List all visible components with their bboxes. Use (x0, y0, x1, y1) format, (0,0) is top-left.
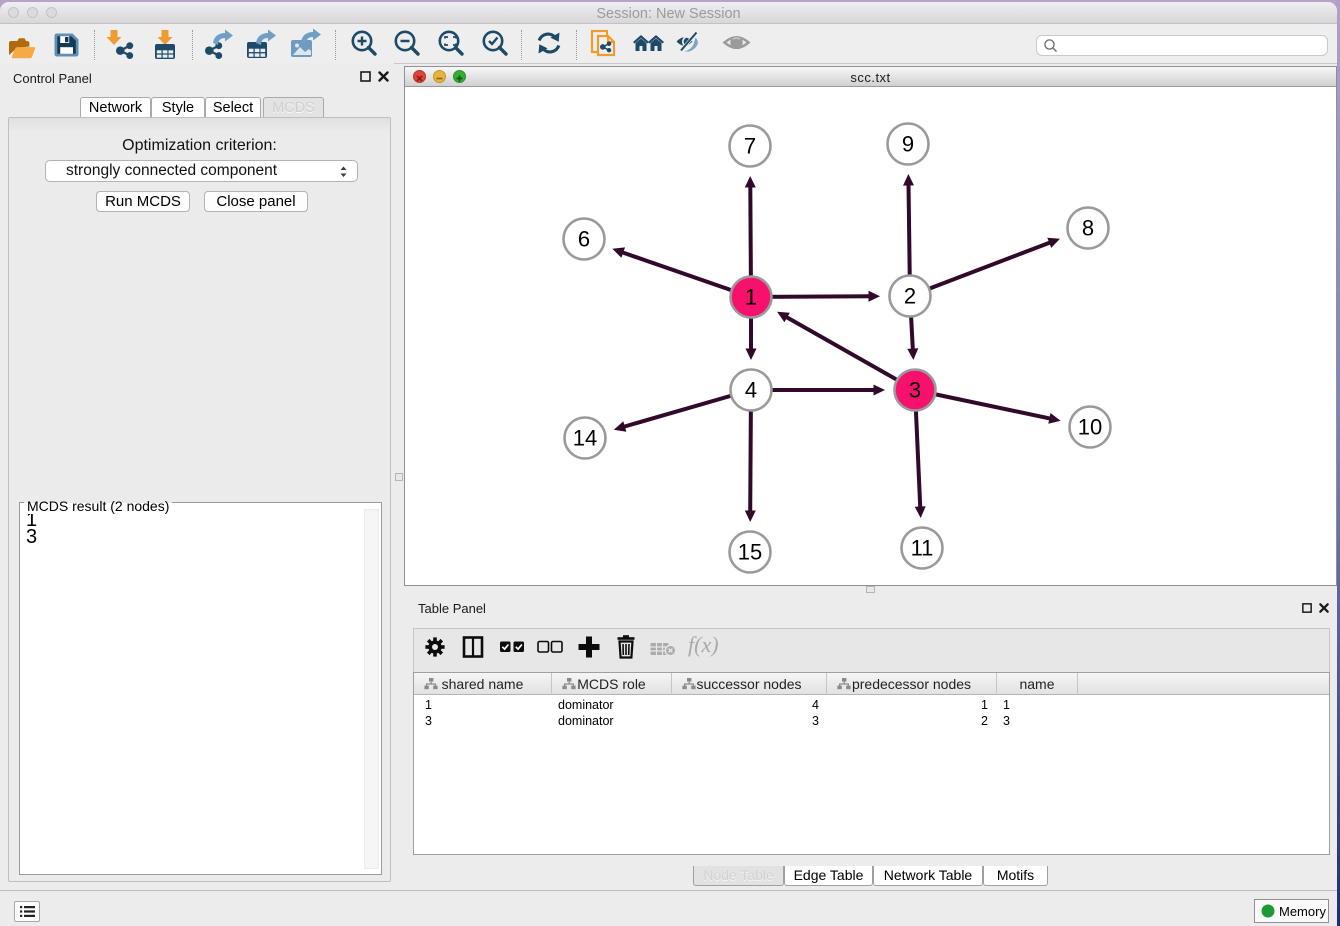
svg-text:6: 6 (578, 227, 590, 252)
svg-text:1: 1 (745, 285, 757, 310)
svg-text:10: 10 (1078, 415, 1102, 440)
svg-text:7: 7 (744, 134, 756, 159)
svg-text:8: 8 (1082, 216, 1094, 241)
svg-text:9: 9 (902, 132, 914, 157)
svg-text:3: 3 (909, 378, 921, 403)
svg-text:15: 15 (738, 540, 762, 565)
svg-text:2: 2 (904, 284, 916, 309)
svg-text:14: 14 (573, 426, 597, 451)
svg-text:11: 11 (911, 536, 934, 561)
svg-text:4: 4 (745, 378, 757, 403)
